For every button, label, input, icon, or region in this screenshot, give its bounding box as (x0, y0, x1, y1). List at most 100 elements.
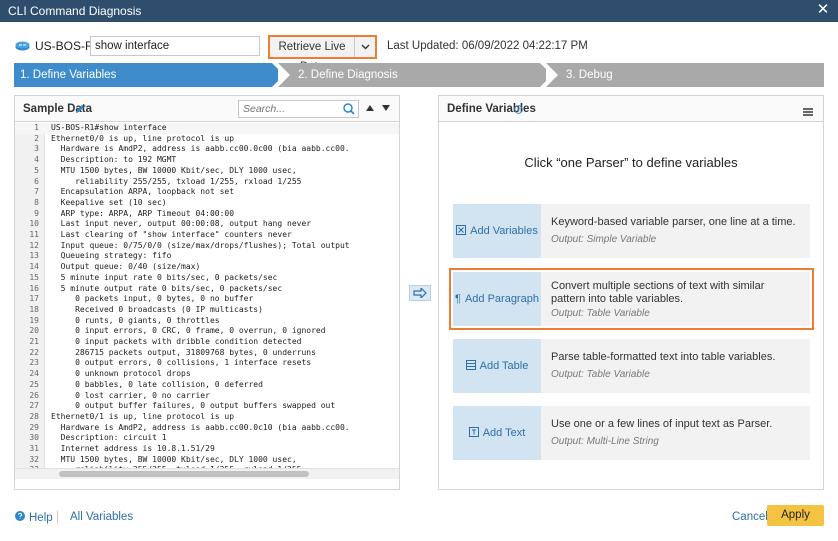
all-variables-link[interactable]: All Variables (70, 511, 133, 523)
wizard-steps: 1. Define Variables 2. Define Diagnosis … (14, 63, 824, 87)
line-number: 4 (34, 155, 39, 165)
line-text: Ethernet0/1 is up, line protocol is up (51, 411, 235, 421)
line-number: 19 (29, 315, 39, 325)
define-variables-header: Define Variables (439, 96, 823, 122)
cancel-button[interactable]: Cancel (732, 511, 768, 523)
code-line: 4 Description: to 192 MGMT (15, 155, 399, 166)
line-number: 17 (29, 294, 39, 304)
line-number: 21 (29, 337, 39, 346)
line-text: Description: circuit 1 (51, 433, 167, 443)
line-number: 9 (34, 208, 39, 218)
code-line: 11 Last clearing of "show interface" cou… (15, 230, 399, 241)
sample-search[interactable] (238, 100, 359, 118)
step-label: 3. Debug (566, 69, 613, 81)
parser-description: Keyword-based variable parser, one line … (551, 216, 796, 228)
line-text: MTU 1500 bytes, BW 10000 Kbit/sec, DLY 1… (51, 454, 297, 464)
line-text: 0 unknown protocol drops (51, 369, 191, 379)
code-line: 9 ARP type: ARPA, ARP Timeout 04:00:00 (15, 209, 399, 220)
search-input[interactable] (239, 101, 339, 117)
line-number: 7 (34, 187, 39, 197)
add-text-button[interactable]: Add Text (453, 406, 541, 460)
step-label: 2. Define Diagnosis (298, 69, 398, 81)
line-number: 32 (29, 454, 39, 464)
line-text: 5 minute output rate 0 bits/sec, 0 packe… (51, 283, 283, 293)
last-updated-value: 06/09/2022 04:22:17 PM (461, 40, 588, 52)
code-line: 12 Input queue: 0/75/0/0 (size/max/drops… (15, 241, 399, 252)
pencil-icon[interactable] (75, 103, 85, 117)
code-line: 14 Output queue: 0/40 (size/max) (15, 262, 399, 273)
line-text: Encapsulation ARPA, loopback not set (51, 187, 235, 197)
step-define-diagnosis[interactable]: 2. Define Diagnosis (278, 63, 552, 87)
line-text: 0 input packets with dribble condition d… (51, 337, 302, 346)
code-line: 13 Queueing strategy: fifo (15, 251, 399, 262)
close-icon[interactable]: ✕ (814, 1, 832, 19)
retrieve-live-data-label[interactable]: Retrieve Live Data (270, 37, 355, 73)
line-number: 23 (29, 358, 39, 368)
code-line: 1 US-BOS-R1#show interface (15, 123, 399, 134)
line-number: 11 (29, 230, 39, 239)
line-text: Queueing strategy: fifo (51, 251, 172, 261)
line-text: 286715 packets output, 31809768 bytes, 0… (51, 347, 316, 357)
hamburger-menu-icon[interactable] (803, 105, 813, 119)
line-number: 13 (29, 251, 39, 261)
add-paragraph-label[interactable]: Add Paragraph (465, 293, 539, 305)
line-number: 29 (29, 422, 39, 432)
retrieve-live-data-button[interactable]: Retrieve Live Data (268, 35, 377, 73)
line-number: 16 (29, 283, 39, 293)
device-bar: US-BOS-R1 Retrieve Live Data Last Update… (0, 22, 838, 73)
code-line: 32 MTU 1500 bytes, BW 10000 Kbit/sec, DL… (15, 455, 399, 466)
line-number: 27 (29, 401, 39, 411)
parser-output: Output: Multi-Line String (551, 436, 659, 447)
code-line: 31 Internet address is 10.8.1.51/29 (15, 444, 399, 455)
parser-output: Output: Table Variable (551, 308, 650, 319)
add-table-label[interactable]: Add Table (480, 360, 529, 372)
parser-card-table: Add Table Parse table-formatted text int… (453, 339, 810, 393)
line-number: 31 (29, 444, 39, 453)
last-updated-label: Last Updated: (387, 40, 459, 52)
add-variables-label[interactable]: Add Variables (470, 225, 538, 237)
command-input[interactable] (90, 36, 260, 56)
code-line: 2 Ethernet0/0 is up, line protocol is up (15, 134, 399, 145)
parser-card-paragraph: ¶ Add Paragraph Convert multiple section… (449, 268, 814, 330)
sample-data-header: Sample Data (15, 96, 399, 122)
code-line: 15 5 minute input rate 0 bits/sec, 0 pac… (15, 273, 399, 284)
code-line: 25 0 babbles, 0 late collision, 0 deferr… (15, 380, 399, 391)
apply-button[interactable]: Apply (767, 505, 824, 526)
step-debug[interactable]: 3. Debug (546, 63, 824, 87)
line-text: 0 output errors, 0 collisions, 1 interfa… (51, 358, 312, 368)
help-label[interactable]: Help (29, 512, 53, 524)
table-icon (465, 359, 476, 373)
line-text: 0 lost carrier, 0 no carrier (51, 390, 210, 400)
parser-hint: Click “one Parser” to define variables (524, 155, 738, 170)
step-define-variables[interactable]: 1. Define Variables (14, 63, 284, 87)
line-number: 28 (29, 411, 39, 421)
transfer-arrow-icon[interactable] (409, 285, 431, 301)
line-number: 30 (29, 433, 39, 443)
sample-code[interactable]: 1 US-BOS-R1#show interface 2 Ethernet0/0 is… (15, 123, 399, 479)
line-number: 5 (34, 165, 39, 175)
code-line: 7 Encapsulation ARPA, loopback not set (15, 187, 399, 198)
parser-output: Output: Table Variable (551, 369, 650, 380)
line-text: Input queue: 0/75/0/0 (size/max/drops/fl… (51, 240, 350, 250)
code-line: 23 0 output errors, 0 collisions, 1 inte… (15, 358, 399, 369)
search-icon[interactable] (343, 103, 355, 118)
add-table-button[interactable]: Add Table (453, 339, 541, 393)
help-link[interactable]: Help (15, 511, 53, 524)
code-line: 16 5 minute output rate 0 bits/sec, 0 pa… (15, 284, 399, 295)
previous-match-icon[interactable] (366, 105, 374, 111)
code-line: 3 Hardware is AmdP2, address is aabb.cc0… (15, 144, 399, 155)
line-text: Hardware is AmdP2, address is aabb.cc00.… (51, 144, 350, 154)
add-variables-button[interactable]: Add Variables (453, 204, 541, 258)
add-paragraph-button[interactable]: ¶ Add Paragraph (453, 272, 541, 326)
next-match-icon[interactable] (382, 105, 390, 111)
line-text: reliability 255/255, txload 1/255, rxloa… (51, 176, 302, 186)
scroll-thumb[interactable] (59, 471, 309, 477)
text-icon (468, 426, 479, 440)
add-text-label[interactable]: Add Text (483, 427, 526, 439)
info-icon[interactable] (514, 103, 523, 117)
variable-icon (456, 224, 467, 238)
line-number: 25 (29, 379, 39, 389)
horizontal-scrollbar[interactable] (15, 468, 399, 479)
line-number: 10 (29, 219, 39, 229)
chevron-down-icon[interactable] (355, 37, 375, 57)
